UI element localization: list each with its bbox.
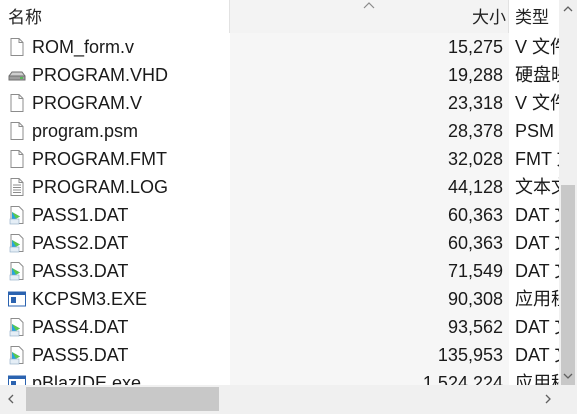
file-row[interactable]: ROM_form.v 15,275 V 文件 bbox=[0, 33, 559, 61]
file-name: PASS1.DAT bbox=[32, 205, 129, 225]
media-file-icon bbox=[7, 261, 27, 281]
file-name: KCPSM3.EXE bbox=[32, 289, 148, 309]
file-row[interactable]: PASS5.DAT 135,953 DAT 文件 bbox=[0, 341, 559, 369]
sort-ascending-icon bbox=[363, 2, 375, 9]
generic-file-icon bbox=[7, 93, 27, 113]
scrollbar-corner bbox=[559, 385, 577, 414]
file-size: 71,549 bbox=[447, 261, 503, 281]
file-type: FMT 文件 bbox=[515, 149, 559, 169]
file-type: V 文件 bbox=[515, 37, 559, 57]
file-name: PASS5.DAT bbox=[32, 345, 129, 365]
file-type: PSM 文件 bbox=[515, 121, 559, 141]
file-row[interactable]: PASS1.DAT 60,363 DAT 文件 bbox=[0, 201, 559, 229]
file-type: DAT 文件 bbox=[515, 345, 559, 365]
horizontal-scroll-thumb[interactable] bbox=[26, 387, 219, 411]
file-size: 60,363 bbox=[447, 205, 503, 225]
scroll-up-icon[interactable] bbox=[563, 4, 573, 14]
horizontal-scrollbar[interactable] bbox=[0, 385, 559, 414]
file-name: program.psm bbox=[32, 121, 139, 141]
disk-image-icon bbox=[7, 65, 27, 85]
file-row[interactable]: PROGRAM.V 23,318 V 文件 bbox=[0, 89, 559, 117]
file-name: PROGRAM.LOG bbox=[32, 177, 169, 197]
file-name: PROGRAM.FMT bbox=[32, 149, 167, 169]
file-size: 135,953 bbox=[437, 345, 503, 365]
file-row[interactable]: PASS3.DAT 71,549 DAT 文件 bbox=[0, 257, 559, 285]
file-name: PASS3.DAT bbox=[32, 261, 129, 281]
generic-file-icon bbox=[7, 121, 27, 141]
file-size: 44,128 bbox=[447, 177, 503, 197]
media-file-icon bbox=[7, 317, 27, 337]
generic-file-icon bbox=[7, 37, 27, 57]
file-row[interactable]: program.psm 28,378 PSM 文件 bbox=[0, 117, 559, 145]
media-file-icon bbox=[7, 205, 27, 225]
generic-file-icon bbox=[7, 149, 27, 169]
file-type: V 文件 bbox=[515, 93, 559, 113]
file-name: PASS4.DAT bbox=[32, 317, 129, 337]
file-name: PROGRAM.V bbox=[32, 93, 143, 113]
scroll-down-icon[interactable] bbox=[563, 371, 573, 381]
file-type: DAT 文件 bbox=[515, 205, 559, 225]
file-size: 90,308 bbox=[447, 289, 503, 309]
file-list: ROM_form.v 15,275 V 文件 PROGRAM.VHD 19,288 硬盘映… bbox=[0, 33, 559, 385]
file-size: 19,288 bbox=[447, 65, 503, 85]
file-row[interactable]: PASS2.DAT 60,363 DAT 文件 bbox=[0, 229, 559, 257]
vertical-scrollbar[interactable] bbox=[559, 0, 577, 385]
media-file-icon bbox=[7, 345, 27, 365]
file-size: 60,363 bbox=[447, 233, 503, 253]
column-header: 名称 大小 类型 bbox=[0, 0, 559, 33]
file-size: 32,028 bbox=[447, 149, 503, 169]
file-size: 15,275 bbox=[447, 37, 503, 57]
application-icon bbox=[7, 373, 27, 385]
file-row[interactable]: PROGRAM.LOG 44,128 文本文档 bbox=[0, 173, 559, 201]
application-icon bbox=[7, 289, 27, 309]
media-file-icon bbox=[7, 233, 27, 253]
file-size: 23,318 bbox=[447, 93, 503, 113]
file-type: DAT 文件 bbox=[515, 261, 559, 281]
file-row[interactable]: PROGRAM.FMT 32,028 FMT 文件 bbox=[0, 145, 559, 173]
file-type: 文本文档 bbox=[515, 177, 559, 197]
file-row[interactable]: PROGRAM.VHD 19,288 硬盘映像 bbox=[0, 61, 559, 89]
column-header-name[interactable]: 名称 bbox=[0, 0, 229, 33]
file-size: 1,524,224 bbox=[422, 373, 503, 385]
file-name: pBlazIDE.exe bbox=[32, 373, 142, 385]
file-size: 28,378 bbox=[447, 121, 503, 141]
file-size: 93,562 bbox=[447, 317, 503, 337]
vertical-scroll-thumb[interactable] bbox=[561, 185, 575, 385]
file-name: PASS2.DAT bbox=[32, 233, 129, 253]
file-type: 应用程序 bbox=[515, 289, 559, 309]
scroll-right-icon[interactable] bbox=[543, 394, 553, 404]
file-type: DAT 文件 bbox=[515, 233, 559, 253]
file-type: 硬盘映像 bbox=[515, 65, 559, 85]
text-document-icon bbox=[7, 177, 27, 197]
file-type: DAT 文件 bbox=[515, 317, 559, 337]
file-row[interactable]: KCPSM3.EXE 90,308 应用程序 bbox=[0, 285, 559, 313]
file-name: ROM_form.v bbox=[32, 37, 135, 57]
file-row[interactable]: PASS4.DAT 93,562 DAT 文件 bbox=[0, 313, 559, 341]
file-type: 应用程序 bbox=[515, 373, 559, 385]
file-name: PROGRAM.VHD bbox=[32, 65, 169, 85]
file-row[interactable]: pBlazIDE.exe 1,524,224 应用程序 bbox=[0, 369, 559, 385]
scroll-left-icon[interactable] bbox=[6, 394, 16, 404]
